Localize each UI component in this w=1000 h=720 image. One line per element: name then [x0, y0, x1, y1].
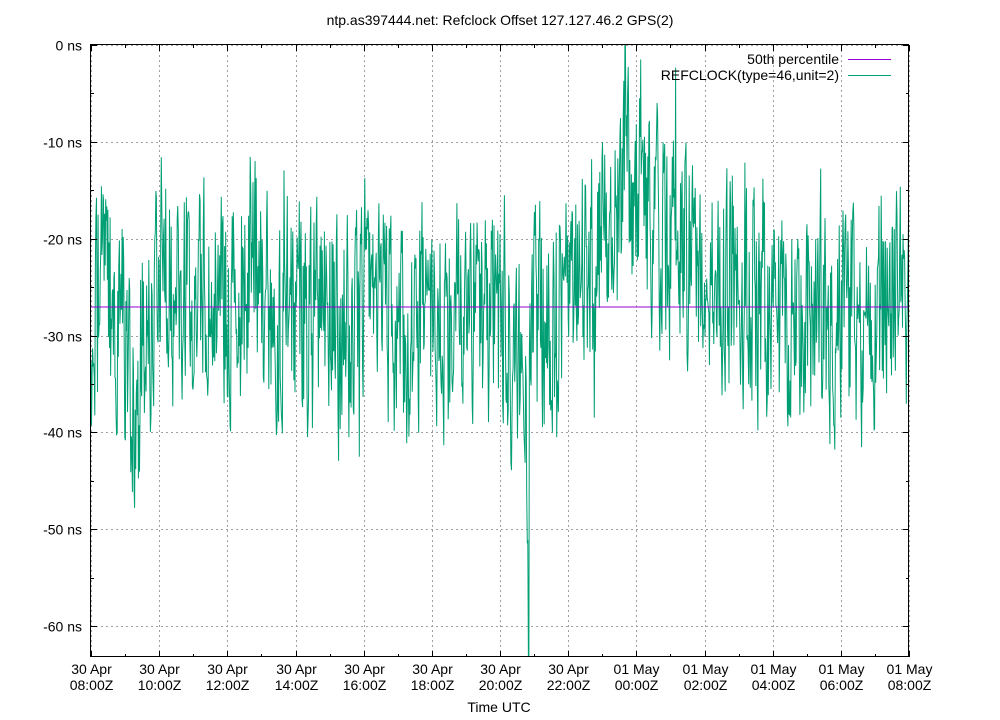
y-tick-label: -20 ns: [43, 232, 82, 248]
y-tick-label: -40 ns: [43, 425, 82, 441]
x-tick-label: 01 May: [819, 661, 865, 677]
x-tick-label: 30 Apr: [548, 661, 589, 677]
x-tick-label: 30 Apr: [139, 661, 180, 677]
x-tick-label: 12:00Z: [206, 677, 250, 693]
x-tick-label: 08:00Z: [70, 677, 114, 693]
x-tick-label: 02:00Z: [684, 677, 728, 693]
x-tick-label: 30 Apr: [207, 661, 248, 677]
x-axis-label: Time UTC: [467, 699, 530, 715]
y-tick-label: -10 ns: [43, 135, 82, 151]
x-tick-label: 01 May: [751, 661, 797, 677]
x-tick-label: 30 Apr: [276, 661, 317, 677]
x-tick-label: 16:00Z: [343, 677, 387, 693]
x-tick-label: 30 Apr: [412, 661, 453, 677]
x-tick-label: 01 May: [614, 661, 660, 677]
x-tick-label: 04:00Z: [752, 677, 796, 693]
legend: 50th percentileREFCLOCK(type=46,unit=2): [661, 51, 891, 83]
y-tick-label: -30 ns: [43, 329, 82, 345]
x-tick-label: 18:00Z: [411, 677, 455, 693]
y-tick-label: 0 ns: [56, 38, 82, 54]
y-tick-label: -50 ns: [43, 522, 82, 538]
chart-title: ntp.as397444.net: Refclock Offset 127.12…: [327, 12, 674, 28]
x-tick-label: 01 May: [887, 661, 933, 677]
x-tick-label: 14:00Z: [275, 677, 319, 693]
chart: ntp.as397444.net: Refclock Offset 127.12…: [43, 12, 933, 715]
y-tick-label: -60 ns: [43, 619, 82, 635]
x-tick-label: 08:00Z: [888, 677, 932, 693]
x-tick-label: 22:00Z: [547, 677, 591, 693]
x-tick-label: 01 May: [683, 661, 729, 677]
x-tick-label: 30 Apr: [71, 661, 112, 677]
x-tick-label: 06:00Z: [820, 677, 864, 693]
x-tick-label: 00:00Z: [615, 677, 659, 693]
x-tick-label: 30 Apr: [480, 661, 521, 677]
x-tick-label: 10:00Z: [138, 677, 182, 693]
legend-label: 50th percentile: [747, 51, 839, 67]
x-tick-label: 20:00Z: [479, 677, 523, 693]
legend-label: REFCLOCK(type=46,unit=2): [661, 67, 839, 83]
x-tick-label: 30 Apr: [344, 661, 385, 677]
